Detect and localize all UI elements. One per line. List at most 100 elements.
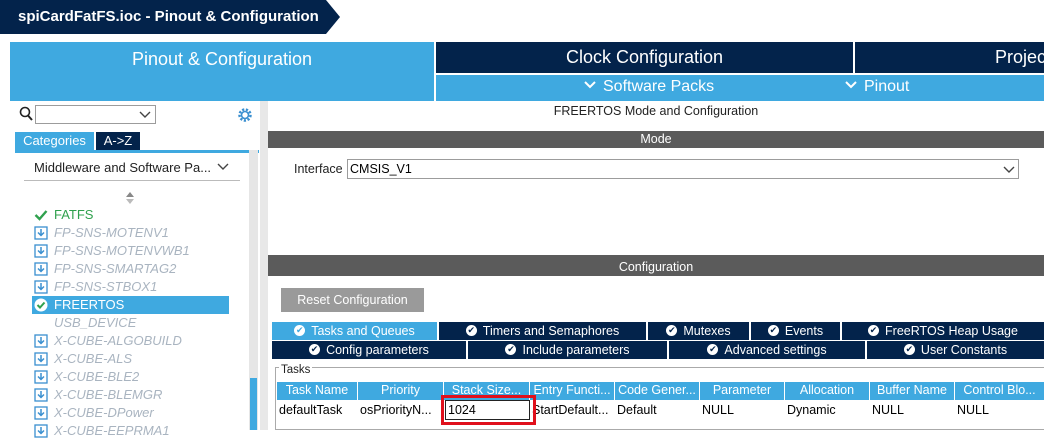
middleware-group-label[interactable]: Middleware and Software Pa... <box>34 160 211 175</box>
check-icon: ✔ <box>666 325 678 337</box>
list-item-usb-device[interactable]: USB_DEVICE <box>34 314 234 332</box>
list-item-fatfs[interactable]: FATFS <box>34 206 234 224</box>
tab-label: Include parameters <box>522 343 630 357</box>
table-cell-control-block[interactable]: NULL <box>955 401 1044 420</box>
check-icon: ✔ <box>868 325 880 337</box>
tab-label: User Constants <box>920 343 1008 357</box>
column-header-parameter[interactable]: Parameter <box>700 382 785 400</box>
list-item-x-cube-dpower[interactable]: X-CUBE-DPower <box>34 404 234 422</box>
scroll-up-icon[interactable] <box>125 190 135 206</box>
tab-categories[interactable]: Categories <box>15 132 94 150</box>
table-cell-entry-function[interactable]: StartDefault... <box>530 401 615 420</box>
check-icon <box>34 210 48 221</box>
list-item-fp-sns-smartag2[interactable]: FP-SNS-SMARTAG2 <box>34 260 234 278</box>
configuration-header: Configuration <box>268 258 1044 276</box>
check-icon: ✔ <box>903 344 915 356</box>
download-icon <box>34 226 48 240</box>
list-item-label: X-CUBE-ALGOBUILD <box>54 333 182 348</box>
column-header-allocation[interactable]: Allocation <box>785 382 870 400</box>
list-item-fp-sns-motenv1[interactable]: FP-SNS-MOTENV1 <box>34 224 234 242</box>
chevron-down-icon[interactable] <box>1003 165 1015 175</box>
list-item-label: X-CUBE-DPower <box>54 405 154 420</box>
column-header-priority[interactable]: Priority <box>358 382 444 400</box>
list-item-fp-sns-stbox1[interactable]: FP-SNS-STBOX1 <box>34 278 234 296</box>
column-header-code-generation[interactable]: Code Gener... <box>615 382 700 400</box>
column-header-buffer-name[interactable]: Buffer Name <box>870 382 955 400</box>
tab-advanced-settings[interactable]: ✔ Advanced settings <box>669 341 865 359</box>
download-icon <box>34 388 48 402</box>
mode-header: Mode <box>268 131 1044 148</box>
tab-label: Mutexes <box>683 324 731 338</box>
pinout-menu[interactable]: Pinout <box>844 78 909 96</box>
chevron-down-icon <box>139 111 151 118</box>
tab-label: Timers and Semaphores <box>482 324 620 338</box>
tab-label: Tasks and Queues <box>311 324 415 338</box>
tab-mutexes[interactable]: ✔ Mutexes <box>648 322 749 340</box>
tab-config-parameters[interactable]: ✔ Config parameters <box>272 341 466 359</box>
download-icon <box>34 334 48 348</box>
tab-pinout-configuration[interactable]: Pinout & Configuration <box>10 42 434 101</box>
list-item-x-cube-algobuild[interactable]: X-CUBE-ALGOBUILD <box>34 332 234 350</box>
sub-menu-bar <box>436 75 1044 101</box>
interface-value: CMSIS_V1 <box>350 162 412 176</box>
check-icon: ✔ <box>294 325 306 337</box>
reset-configuration-button[interactable]: Reset Configuration <box>281 288 424 312</box>
list-item-label: FREERTOS <box>54 297 125 312</box>
list-item-label: FP-SNS-MOTENV1 <box>54 225 169 240</box>
check-icon: ✔ <box>767 325 779 337</box>
column-header-control-block[interactable]: Control Blo... <box>955 382 1044 400</box>
table-cell-buffer-name[interactable]: NULL <box>870 401 955 420</box>
column-header-task-name[interactable]: Task Name <box>277 382 358 400</box>
panel-title: FREERTOS Mode and Configuration <box>553 104 759 118</box>
software-packs-menu[interactable]: Software Packs <box>583 78 714 96</box>
list-item-label: X-CUBE-BLE2 <box>54 369 140 384</box>
column-header-entry-function[interactable]: Entry Functi... <box>530 382 615 400</box>
search-icon <box>19 106 33 121</box>
list-item-x-cube-ble2[interactable]: X-CUBE-BLE2 <box>34 368 234 386</box>
tasks-group-label: Tasks <box>279 364 313 376</box>
table-cell-parameter[interactable]: NULL <box>700 401 785 420</box>
download-icon <box>34 406 48 420</box>
list-item-freertos[interactable]: FREERTOS <box>32 296 229 314</box>
gear-icon[interactable] <box>236 106 254 124</box>
list-item-label: USB_DEVICE <box>54 315 137 330</box>
table-cell-allocation[interactable]: Dynamic <box>785 401 870 420</box>
interface-select[interactable]: CMSIS_V1 <box>347 159 1019 179</box>
tab-timers-and-semaphores[interactable]: ✔ Timers and Semaphores <box>439 322 646 340</box>
tab-clock-configuration[interactable]: Clock Configuration <box>436 42 853 73</box>
scrollbar-thumb[interactable] <box>250 378 257 430</box>
table-cell-code-generation[interactable]: Default <box>615 401 700 420</box>
list-item-label: FP-SNS-MOTENVWB1 <box>54 243 190 258</box>
list-item-label: X-CUBE-BLEMGR <box>54 387 163 402</box>
check-icon: ✔ <box>505 344 517 356</box>
list-item-fp-sns-motenvwb1[interactable]: FP-SNS-MOTENVWB1 <box>34 242 234 260</box>
tab-include-parameters[interactable]: ✔ Include parameters <box>468 341 667 359</box>
tab-tasks-and-queues[interactable]: ✔ Tasks and Queues <box>272 322 437 340</box>
tab-events[interactable]: ✔ Events <box>751 322 840 340</box>
list-item-x-cube-eeprma1[interactable]: X-CUBE-EEPRMA1 <box>34 422 234 440</box>
list-item-x-cube-blemgr[interactable]: X-CUBE-BLEMGR <box>34 386 234 404</box>
table-cell-task-name[interactable]: defaultTask <box>277 401 358 420</box>
tab-user-constants[interactable]: ✔ User Constants <box>867 341 1044 359</box>
panel-splitter[interactable] <box>260 101 268 430</box>
check-icon: ✔ <box>707 344 719 356</box>
chevron-down-icon[interactable] <box>217 162 229 172</box>
check-icon: ✔ <box>465 325 477 337</box>
tab-label: Config parameters <box>326 343 429 357</box>
tab-freertos-heap-usage[interactable]: ✔ FreeRTOS Heap Usage <box>842 322 1044 340</box>
list-item-label: X-CUBE-ALS <box>54 351 133 366</box>
tab-label: FreeRTOS Heap Usage <box>885 324 1018 338</box>
chevron-down-icon <box>584 81 596 89</box>
download-icon <box>34 370 48 384</box>
tab-a-z[interactable]: A->Z <box>96 132 140 150</box>
list-item-x-cube-als[interactable]: X-CUBE-ALS <box>34 350 234 368</box>
check-circle-icon <box>34 298 48 312</box>
search-input[interactable] <box>35 105 156 124</box>
tab-project-manager[interactable]: Projec <box>855 42 1044 73</box>
download-icon <box>34 424 48 438</box>
table-cell-priority[interactable]: osPriorityN... <box>358 401 444 420</box>
download-icon <box>34 352 48 366</box>
window-title: spiCardFatFS.ioc - Pinout & Configuratio… <box>18 8 319 25</box>
tab-underline <box>15 150 259 153</box>
list-item-label: FP-SNS-STBOX1 <box>54 279 158 294</box>
